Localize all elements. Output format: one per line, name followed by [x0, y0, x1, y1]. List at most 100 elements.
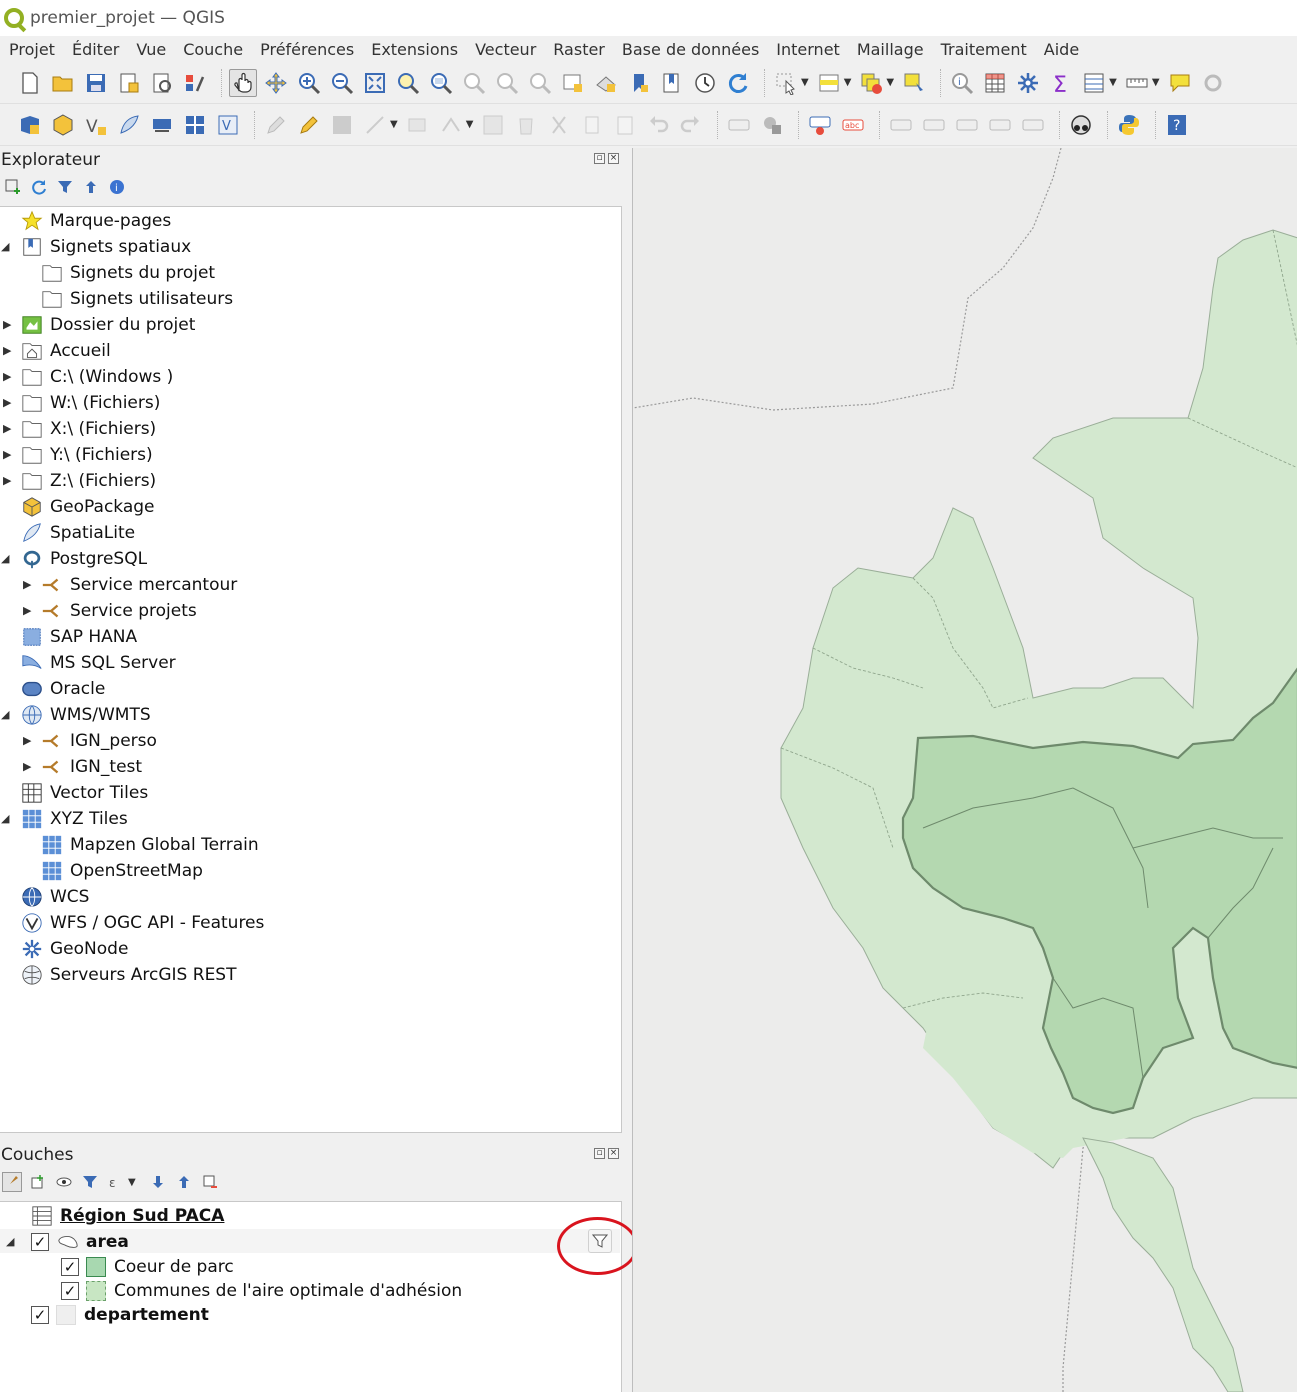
map-canvas[interactable] [632, 148, 1297, 1392]
pin-labels-icon[interactable] [806, 111, 834, 139]
zoom-to-layer-icon[interactable] [427, 69, 455, 97]
tree-item-ms-sql-server[interactable]: MS SQL Server [20, 650, 176, 676]
add-virtual-layer-icon[interactable] [148, 111, 176, 139]
new-project-icon[interactable] [16, 69, 44, 97]
processing-toolbox-icon[interactable] [1014, 69, 1042, 97]
cut-features-icon[interactable] [545, 111, 573, 139]
pan-to-selection-icon[interactable] [262, 69, 290, 97]
refresh-browser-icon[interactable] [30, 178, 48, 196]
add-raster-layer-icon[interactable] [181, 111, 209, 139]
tree-item-openstreetmap[interactable]: OpenStreetMap [40, 858, 203, 884]
collapsed-arrow-icon[interactable]: ▶ [3, 319, 15, 331]
tree-item-service-projets[interactable]: Service projets [40, 598, 197, 624]
undo-icon[interactable] [644, 111, 672, 139]
tree-item-ign-test[interactable]: IGN_test [40, 754, 142, 780]
new-map-view-icon[interactable] [559, 69, 587, 97]
python-console-icon[interactable] [1115, 111, 1143, 139]
pan-map-icon[interactable] [229, 68, 257, 97]
show-hide-labels-icon[interactable] [986, 111, 1014, 139]
float-panel-icon[interactable]: ▫ [594, 153, 605, 164]
add-vector-layer-icon[interactable]: V [82, 111, 110, 139]
measure-dropdown-icon[interactable]: ▼ [1152, 77, 1160, 88]
add-mesh-layer-icon[interactable]: V [214, 111, 242, 139]
remove-layer-icon[interactable] [200, 1172, 220, 1192]
tree-item-geonode[interactable]: GeoNode [20, 936, 128, 962]
select-features-dropdown-icon[interactable]: ▼ [801, 77, 809, 88]
select-features-icon[interactable] [772, 69, 800, 97]
digitize-icon[interactable] [361, 111, 389, 139]
select-location-icon[interactable] [900, 69, 928, 97]
collapsed-arrow-icon[interactable]: ▶ [23, 579, 35, 591]
modify-attributes-icon[interactable] [479, 111, 507, 139]
measure-line-icon[interactable] [1123, 69, 1151, 97]
layer-class-coeur-de-parc[interactable]: ✓ Coeur de parc [61, 1255, 234, 1279]
expanded-arrow-icon[interactable]: ◢ [1, 241, 13, 253]
manage-visibility-icon[interactable] [54, 1172, 74, 1192]
collapsed-arrow-icon[interactable]: ▶ [23, 761, 35, 773]
menu-base-de-donnees[interactable]: Base de données [622, 40, 759, 59]
tree-item-accueil[interactable]: Accueil [20, 338, 111, 364]
tree-item-wfs-ogc-api[interactable]: WFS / OGC API - Features [20, 910, 264, 936]
tree-item-xyz-tiles[interactable]: XYZ Tiles [20, 806, 128, 832]
tree-item-drive-c[interactable]: C:\ (Windows ) [20, 364, 173, 390]
visibility-checkbox[interactable]: ✓ [61, 1282, 79, 1300]
layer-departement[interactable]: ✓ departement [31, 1303, 209, 1327]
collapse-all-icon[interactable] [82, 178, 100, 196]
zoom-out-icon[interactable] [328, 69, 356, 97]
visibility-checkbox[interactable]: ✓ [61, 1258, 79, 1276]
tree-item-wms-wmts[interactable]: WMS/WMTS [20, 702, 151, 728]
menu-traitement[interactable]: Traitement [941, 40, 1027, 59]
menu-aide[interactable]: Aide [1044, 40, 1079, 59]
tree-item-drive-x[interactable]: X:\ (Fichiers) [20, 416, 156, 442]
collapsed-arrow-icon[interactable]: ▶ [3, 423, 15, 435]
tree-item-sap-hana[interactable]: SAP HANA [20, 624, 137, 650]
new-3d-map-view-icon[interactable] [592, 69, 620, 97]
pin-diagram-icon[interactable] [1019, 111, 1047, 139]
tree-item-service-mercantour[interactable]: Service mercantour [40, 572, 237, 598]
expand-all-icon[interactable] [148, 1172, 168, 1192]
zoom-last-icon[interactable] [493, 69, 521, 97]
collapsed-arrow-icon[interactable]: ▶ [3, 449, 15, 461]
collapse-all-layers-icon[interactable] [174, 1172, 194, 1192]
style-manager-icon[interactable] [181, 69, 209, 97]
zoom-full-icon[interactable] [361, 69, 389, 97]
tree-item-postgresql[interactable]: PostgreSQL [20, 546, 147, 572]
menu-projet[interactable]: Projet [9, 40, 55, 59]
plugin-manager-icon[interactable] [1067, 111, 1095, 139]
add-feature-icon[interactable] [404, 111, 432, 139]
highlight-labels-icon[interactable]: abc [839, 111, 867, 139]
expanded-arrow-icon[interactable]: ◢ [6, 1236, 18, 1248]
properties-info-icon[interactable]: i [108, 178, 126, 196]
layer-styling-icon[interactable] [2, 1172, 22, 1192]
zoom-native-icon[interactable] [460, 69, 488, 97]
redo-icon[interactable] [677, 111, 705, 139]
tree-item-signets-utilisateurs[interactable]: Signets utilisateurs [40, 286, 233, 312]
filter-expression-dropdown-icon[interactable]: ▼ [128, 1177, 136, 1188]
label-toolbar-icon[interactable] [725, 111, 753, 139]
expanded-arrow-icon[interactable]: ◢ [1, 813, 13, 825]
delete-selected-icon[interactable] [512, 111, 540, 139]
tree-item-ign-perso[interactable]: IGN_perso [40, 728, 157, 754]
attribute-table-icon[interactable] [981, 69, 1009, 97]
collapsed-arrow-icon[interactable]: ▶ [23, 605, 35, 617]
menu-preferences[interactable]: Préférences [260, 40, 354, 59]
open-project-icon[interactable] [49, 69, 77, 97]
menu-extensions[interactable]: Extensions [371, 40, 458, 59]
tree-item-spatialite[interactable]: SpatiaLite [20, 520, 135, 546]
layer-area[interactable]: ✓ area [31, 1230, 129, 1254]
current-edits-icon[interactable] [262, 111, 290, 139]
paste-features-icon[interactable] [611, 111, 639, 139]
collapsed-arrow-icon[interactable]: ▶ [23, 735, 35, 747]
open-field-calculator-icon[interactable] [1080, 69, 1108, 97]
tree-item-dossier-du-projet[interactable]: Dossier du projet [20, 312, 195, 338]
tree-item-drive-y[interactable]: Y:\ (Fichiers) [20, 442, 153, 468]
tree-item-arcgis-rest[interactable]: Serveurs ArcGIS REST [20, 962, 237, 988]
zoom-next-icon[interactable] [526, 69, 554, 97]
new-print-layout-icon[interactable] [115, 69, 143, 97]
add-group-icon[interactable] [28, 1172, 48, 1192]
layer-class-communes[interactable]: ✓ Communes de l'aire optimale d'adhésion [61, 1279, 462, 1303]
menu-couche[interactable]: Couche [183, 40, 243, 59]
new-spatial-bookmark-icon[interactable] [625, 69, 653, 97]
new-geopackage-layer-icon[interactable] [49, 111, 77, 139]
change-label-icon[interactable] [953, 111, 981, 139]
